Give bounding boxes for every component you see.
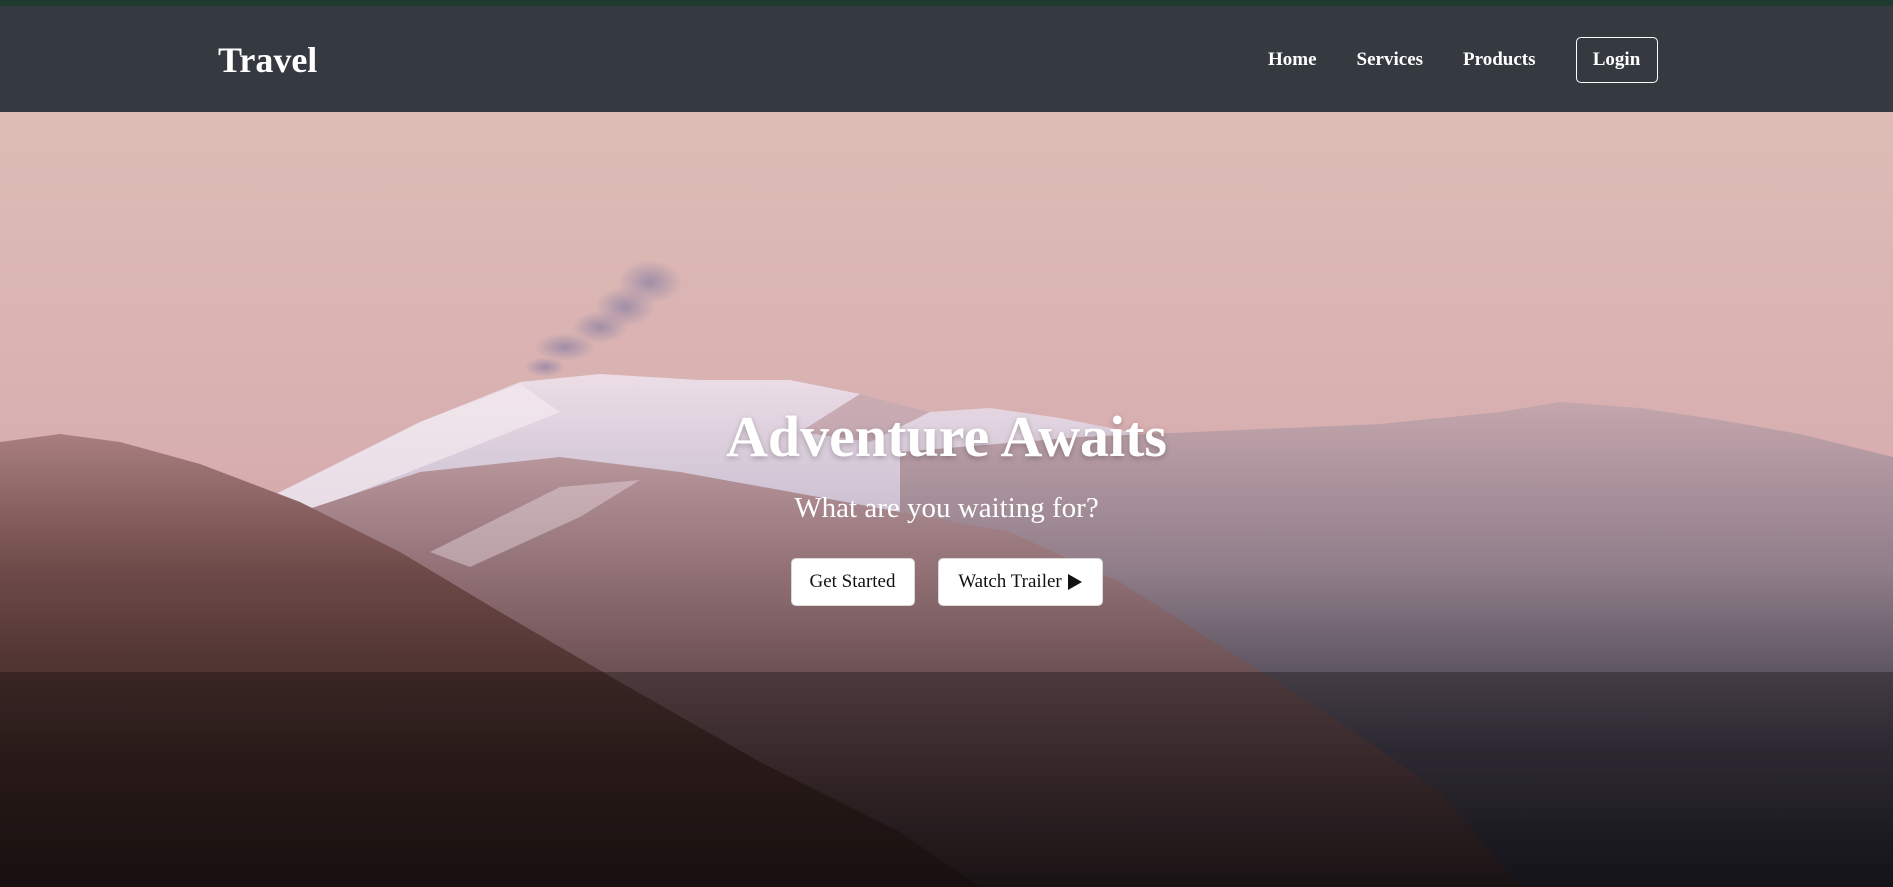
get-started-button[interactable]: Get Started	[790, 558, 915, 606]
navbar: Travel Home Services Products Login	[0, 6, 1893, 112]
brand-logo[interactable]: Travel	[218, 38, 317, 82]
get-started-label: Get Started	[809, 571, 896, 592]
nav-link-products[interactable]: Products	[1463, 49, 1535, 71]
hero-title: Adventure Awaits	[726, 404, 1167, 469]
nav-link-home[interactable]: Home	[1268, 49, 1317, 71]
hero-buttons: Get Started Watch Trailer	[0, 558, 1893, 606]
hero-content: Adventure Awaits What are you waiting fo…	[0, 112, 1893, 887]
nav-link-services[interactable]: Services	[1357, 49, 1423, 71]
hero-subtitle: What are you waiting for?	[794, 492, 1099, 524]
nav-links: Home Services Products Login	[1250, 36, 1658, 84]
watch-trailer-label: Watch Trailer	[958, 571, 1062, 592]
watch-trailer-button[interactable]: Watch Trailer	[937, 558, 1103, 606]
play-icon	[1067, 574, 1082, 590]
hero-section: Adventure Awaits What are you waiting fo…	[0, 112, 1893, 887]
login-button[interactable]: Login	[1575, 37, 1658, 83]
